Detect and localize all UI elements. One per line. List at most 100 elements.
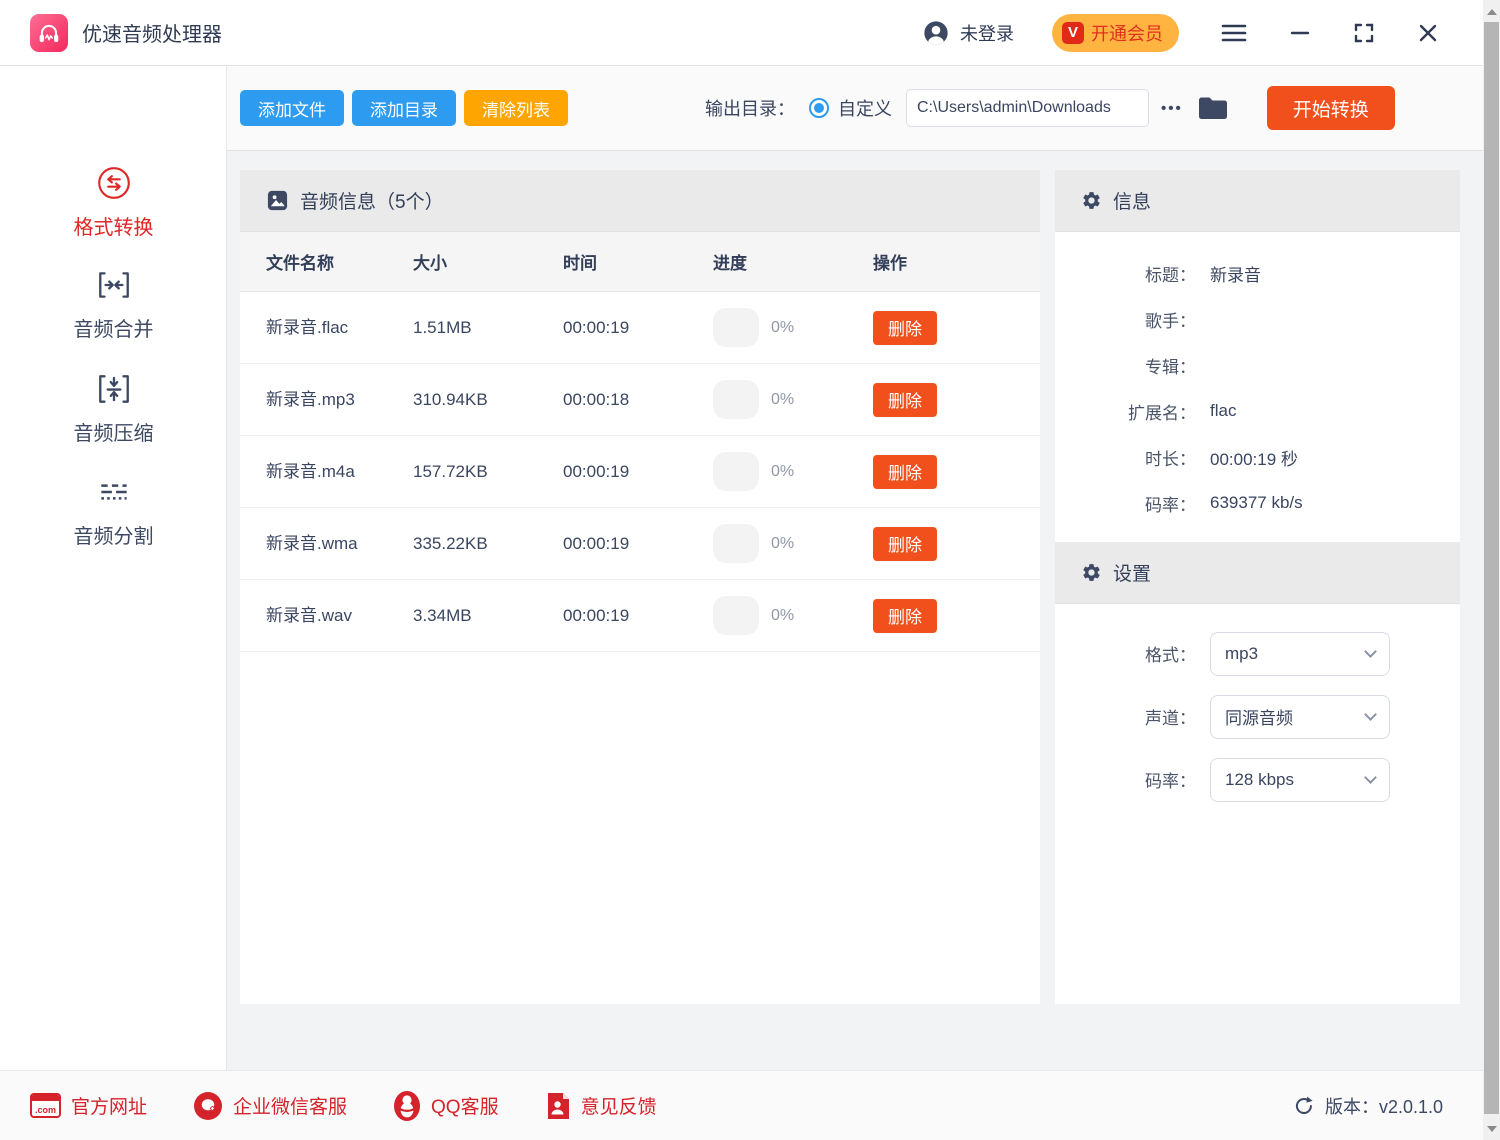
more-options-button[interactable]: ••• xyxy=(1161,100,1183,117)
browse-folder-button[interactable] xyxy=(1197,95,1229,121)
wechat-icon xyxy=(193,1091,223,1121)
file-size: 310.94KB xyxy=(413,390,563,410)
start-convert-button[interactable]: 开始转换 xyxy=(1267,86,1395,130)
vertical-scrollbar[interactable] xyxy=(1483,0,1500,1140)
maximize-button[interactable] xyxy=(1353,22,1375,44)
custom-radio-label: 自定义 xyxy=(838,95,892,121)
qq-icon xyxy=(393,1090,421,1122)
setting-row-channel: 声道： 同源音频 xyxy=(1055,685,1460,748)
official-website-link[interactable]: .com 官方网址 xyxy=(30,1092,147,1119)
vip-button[interactable]: V 开通会员 xyxy=(1052,14,1179,52)
scrollbar-thumb[interactable] xyxy=(1484,22,1499,1114)
scroll-down-arrow[interactable] xyxy=(1483,1120,1500,1137)
refresh-icon xyxy=(1292,1094,1316,1118)
user-avatar-icon xyxy=(922,19,950,47)
progress-value: 0% xyxy=(771,535,794,553)
settings-fields: 格式： mp3 声道： 同源音频 码率： 128 kb xyxy=(1055,622,1460,811)
format-convert-icon xyxy=(95,164,133,202)
sidebar-item-audio-split[interactable]: 音频分割 xyxy=(0,463,227,559)
delete-button[interactable]: 删除 xyxy=(873,383,937,417)
sidebar-item-audio-compress[interactable]: 音频压缩 xyxy=(0,360,227,456)
close-icon xyxy=(1417,22,1439,44)
settings-panel-header: 设置 xyxy=(1055,542,1460,604)
file-size: 335.22KB xyxy=(413,534,563,554)
info-row-title: 标题： 新录音 xyxy=(1055,250,1460,296)
add-file-button[interactable]: 添加文件 xyxy=(240,90,344,126)
app-logo-icon xyxy=(30,14,68,52)
qq-service-link[interactable]: QQ客服 xyxy=(393,1090,499,1122)
progress-value: 0% xyxy=(771,391,794,409)
output-dir-label: 输出目录： xyxy=(705,95,795,121)
setting-row-bitrate: 码率： 128 kbps xyxy=(1055,748,1460,811)
delete-button[interactable]: 删除 xyxy=(873,455,937,489)
table-row: 新录音.wma 335.22KB 00:00:19 0% 删除 xyxy=(240,508,1040,580)
sidebar-item-format-convert[interactable]: 格式转换 xyxy=(0,154,227,250)
app-title: 优速音频处理器 xyxy=(82,18,222,47)
gear-icon xyxy=(1081,190,1102,211)
progress-value: 0% xyxy=(771,463,794,481)
file-panel-header: 音频信息（5个） xyxy=(240,170,1040,232)
audio-compress-icon xyxy=(95,370,133,408)
progress-cell: 0% xyxy=(713,596,873,635)
progress-cell: 0% xyxy=(713,308,873,347)
settings-panel-title: 设置 xyxy=(1113,559,1151,586)
sidebar: 格式转换 音频合并 音频压缩 xyxy=(0,66,227,1070)
audio-file-panel: 音频信息（5个） 文件名称 大小 时间 进度 操作 新录音.flac 1.51M… xyxy=(240,170,1040,1004)
progress-cell: 0% xyxy=(713,524,873,563)
col-size: 大小 xyxy=(413,249,563,274)
sidebar-item-audio-merge[interactable]: 音频合并 xyxy=(0,256,227,352)
custom-radio[interactable] xyxy=(809,98,829,118)
close-button[interactable] xyxy=(1417,22,1439,44)
col-action: 操作 xyxy=(873,249,1040,274)
gear-icon xyxy=(1081,562,1102,583)
info-row-bitrate: 码率： 639377 kb/s xyxy=(1055,480,1460,526)
channel-select[interactable]: 同源音频 xyxy=(1210,695,1390,739)
delete-button[interactable]: 删除 xyxy=(873,527,937,561)
file-time: 00:00:19 xyxy=(563,318,713,338)
login-status[interactable]: 未登录 xyxy=(960,20,1014,46)
audio-split-icon xyxy=(95,473,133,511)
progress-cell: 0% xyxy=(713,452,873,491)
titlebar: 优速音频处理器 未登录 V 开通会员 xyxy=(0,0,1483,66)
toolbar: 添加文件 添加目录 清除列表 输出目录： 自定义 ••• 开始转换 xyxy=(227,66,1483,151)
file-time: 00:00:19 xyxy=(563,462,713,482)
progress-pill xyxy=(713,308,759,347)
menu-button[interactable] xyxy=(1221,23,1247,43)
progress-pill xyxy=(713,380,759,419)
output-path-input[interactable] xyxy=(906,89,1149,127)
progress-pill xyxy=(713,596,759,635)
table-row: 新录音.flac 1.51MB 00:00:19 0% 删除 xyxy=(240,292,1040,364)
col-progress: 进度 xyxy=(713,249,873,274)
delete-button[interactable]: 删除 xyxy=(873,311,937,345)
info-row-album: 专辑： xyxy=(1055,342,1460,388)
progress-pill xyxy=(713,524,759,563)
clear-list-button[interactable]: 清除列表 xyxy=(464,90,568,126)
chevron-down-icon xyxy=(1364,708,1377,721)
file-name: 新录音.wma xyxy=(266,531,366,557)
table-header-row: 文件名称 大小 时间 进度 操作 xyxy=(240,232,1040,292)
info-row-extension: 扩展名： flac xyxy=(1055,388,1460,434)
file-time: 00:00:19 xyxy=(563,534,713,554)
file-size: 3.34MB xyxy=(413,606,563,626)
add-folder-button[interactable]: 添加目录 xyxy=(352,90,456,126)
file-time: 00:00:19 xyxy=(563,606,713,626)
format-select[interactable]: mp3 xyxy=(1210,632,1390,676)
info-panel-header: 信息 xyxy=(1055,170,1460,232)
delete-button[interactable]: 删除 xyxy=(873,599,937,633)
minimize-button[interactable] xyxy=(1289,22,1311,44)
file-name: 新录音.mp3 xyxy=(266,387,366,413)
minimize-icon xyxy=(1289,22,1311,44)
folder-icon xyxy=(1197,95,1229,121)
wechat-service-link[interactable]: 企业微信客服 xyxy=(193,1091,347,1121)
main-area: 音频信息（5个） 文件名称 大小 时间 进度 操作 新录音.flac 1.51M… xyxy=(227,151,1483,1070)
bitrate-select[interactable]: 128 kbps xyxy=(1210,758,1390,802)
scroll-up-arrow[interactable] xyxy=(1483,3,1500,20)
progress-value: 0% xyxy=(771,607,794,625)
feedback-link[interactable]: 意见反馈 xyxy=(545,1091,657,1121)
info-row-duration: 时长： 00:00:19 秒 xyxy=(1055,434,1460,480)
col-filename: 文件名称 xyxy=(266,249,413,274)
footer: .com 官方网址 企业微信客服 xyxy=(0,1070,1483,1140)
version-area[interactable]: 版本：v2.0.1.0 xyxy=(1292,1093,1443,1119)
login-area[interactable]: 未登录 xyxy=(922,19,1014,47)
file-name: 新录音.wav xyxy=(266,603,366,629)
